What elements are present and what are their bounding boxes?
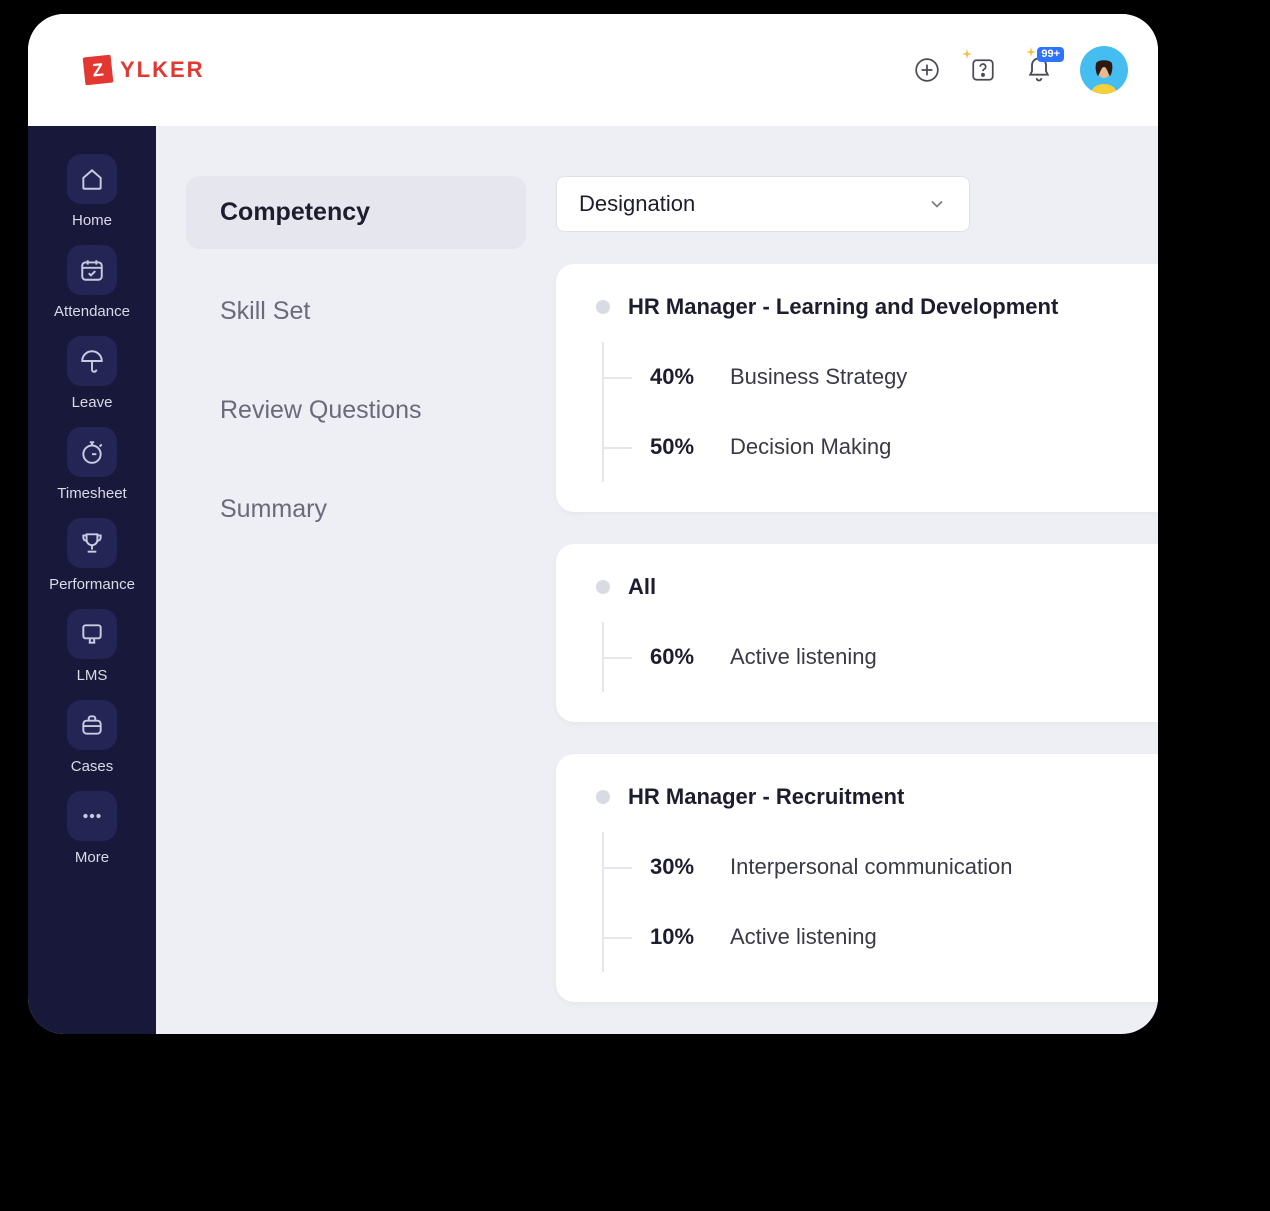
sidebar-item-timesheet[interactable]: Timesheet	[38, 427, 146, 502]
more-icon	[79, 803, 105, 829]
sidebar-item-home[interactable]: Home	[38, 154, 146, 229]
bullet-icon	[596, 790, 610, 804]
competency-item[interactable]: 10% Active listening	[602, 902, 1138, 972]
card-title: All	[628, 574, 656, 600]
calendar-check-icon	[79, 257, 105, 283]
notifications-button[interactable]: 99+	[1024, 55, 1054, 85]
competency-group-card: HR Manager - Recruitment 30% Interperson…	[556, 754, 1158, 1002]
competency-label: Interpersonal communication	[730, 854, 1012, 880]
app-frame: Z YLKER 99+ Home	[28, 14, 1158, 1034]
sidebar-item-cases[interactable]: Cases	[38, 700, 146, 775]
card-title: HR Manager - Learning and Development	[628, 294, 1058, 320]
sidebar: Home Attendance Leave Timesheet Performa…	[28, 126, 156, 1034]
sidebar-item-label: More	[75, 849, 109, 866]
dropdown-selected: Designation	[579, 191, 695, 217]
competency-group-card: HR Manager - Learning and Development 40…	[556, 264, 1158, 512]
designation-dropdown[interactable]: Designation	[556, 176, 970, 232]
sidebar-item-label: LMS	[77, 667, 108, 684]
competency-percentage: 30%	[650, 854, 714, 880]
card-title-row: HR Manager - Recruitment	[596, 784, 1138, 810]
competency-percentage: 50%	[650, 434, 714, 460]
brand-logo[interactable]: Z YLKER	[84, 56, 205, 84]
competency-percentage: 40%	[650, 364, 714, 390]
sidebar-item-leave[interactable]: Leave	[38, 336, 146, 411]
avatar-icon	[1084, 54, 1124, 94]
umbrella-icon	[79, 348, 105, 374]
add-button[interactable]	[912, 55, 942, 85]
competency-item[interactable]: 50% Decision Making	[602, 412, 1138, 482]
sparkle-icon	[962, 49, 972, 59]
stopwatch-icon	[79, 439, 105, 465]
presentation-icon	[79, 621, 105, 647]
competency-label: Active listening	[730, 644, 877, 670]
topbar-actions: 99+	[912, 46, 1128, 94]
sidebar-item-performance[interactable]: Performance	[38, 518, 146, 593]
competency-item[interactable]: 60% Active listening	[602, 622, 1138, 692]
chevron-down-icon	[927, 194, 947, 214]
help-icon	[970, 57, 996, 83]
card-title-row: All	[596, 574, 1138, 600]
subnav-skill-set[interactable]: Skill Set	[186, 275, 526, 348]
subnav: Competency Skill Set Review Questions Su…	[186, 176, 526, 1034]
sidebar-item-label: Performance	[49, 576, 135, 593]
competency-group-card: All 60% Active listening	[556, 544, 1158, 722]
brand-name: YLKER	[120, 57, 205, 83]
sidebar-item-label: Timesheet	[57, 485, 126, 502]
subnav-summary[interactable]: Summary	[186, 473, 526, 546]
notification-badge: 99+	[1037, 47, 1064, 62]
avatar[interactable]	[1080, 46, 1128, 94]
main-content: Competency Skill Set Review Questions Su…	[156, 126, 1158, 1034]
subnav-competency[interactable]: Competency	[186, 176, 526, 249]
card-title: HR Manager - Recruitment	[628, 784, 904, 810]
trophy-icon	[79, 530, 105, 556]
briefcase-icon	[79, 712, 105, 738]
sidebar-item-more[interactable]: More	[38, 791, 146, 866]
sidebar-item-label: Home	[72, 212, 112, 229]
bullet-icon	[596, 580, 610, 594]
help-button[interactable]	[968, 55, 998, 85]
home-icon	[79, 166, 105, 192]
sidebar-item-attendance[interactable]: Attendance	[38, 245, 146, 320]
competency-percentage: 60%	[650, 644, 714, 670]
competency-label: Business Strategy	[730, 364, 907, 390]
competency-label: Active listening	[730, 924, 877, 950]
competency-label: Decision Making	[730, 434, 891, 460]
competency-item[interactable]: 40% Business Strategy	[602, 342, 1138, 412]
competency-percentage: 10%	[650, 924, 714, 950]
card-title-row: HR Manager - Learning and Development	[596, 294, 1138, 320]
content-area: Designation HR Manager - Learning and De…	[526, 176, 1158, 1034]
brand-badge: Z	[83, 55, 114, 86]
plus-circle-icon	[914, 57, 940, 83]
subnav-review-questions[interactable]: Review Questions	[186, 374, 526, 447]
competency-item[interactable]: 30% Interpersonal communication	[602, 832, 1138, 902]
bullet-icon	[596, 300, 610, 314]
body: Home Attendance Leave Timesheet Performa…	[28, 126, 1158, 1034]
sidebar-item-label: Attendance	[54, 303, 130, 320]
sidebar-item-lms[interactable]: LMS	[38, 609, 146, 684]
topbar: Z YLKER 99+	[28, 14, 1158, 126]
sparkle-icon	[1026, 47, 1036, 57]
sidebar-item-label: Leave	[72, 394, 113, 411]
sidebar-item-label: Cases	[71, 758, 114, 775]
